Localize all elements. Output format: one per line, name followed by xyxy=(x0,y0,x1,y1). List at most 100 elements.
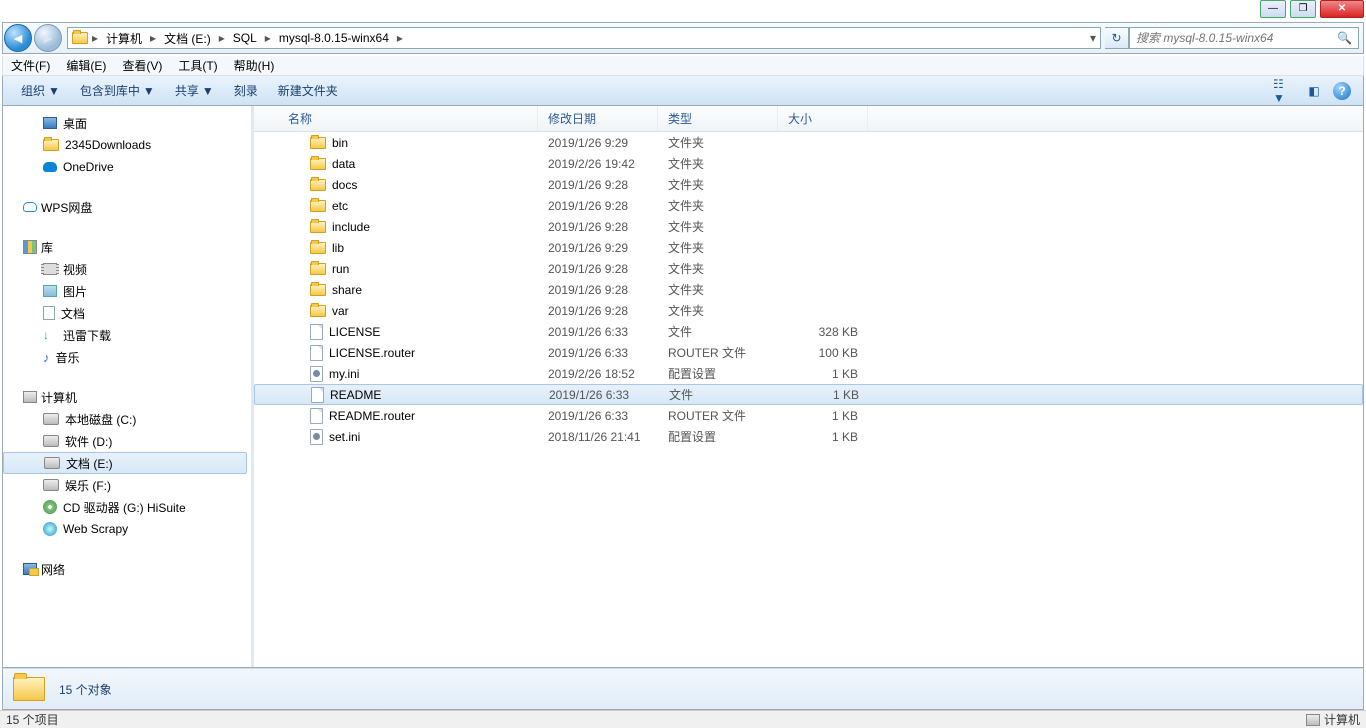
sidebar-item-drive-g[interactable]: CD 驱动器 (G:) HiSuite xyxy=(3,496,251,518)
file-type: 文件夹 xyxy=(658,176,778,193)
column-name[interactable]: 名称 xyxy=(278,106,538,131)
chevron-right-icon[interactable]: ▸ xyxy=(395,31,405,45)
column-type[interactable]: 类型 xyxy=(658,106,778,131)
file-row[interactable]: lib2019/1/26 9:29文件夹 xyxy=(254,237,1363,258)
folder-icon xyxy=(310,158,326,170)
sidebar-item-downloads[interactable]: 2345Downloads xyxy=(3,134,251,156)
music-icon: ♪ xyxy=(43,350,50,365)
sidebar-item-network[interactable]: 网络 xyxy=(3,558,251,580)
chevron-right-icon[interactable]: ▸ xyxy=(90,31,100,45)
globe-icon xyxy=(43,522,57,536)
sidebar-item-pictures[interactable]: 图片 xyxy=(3,280,251,302)
network-icon xyxy=(23,563,37,575)
organize-button[interactable]: 组织 ▼ xyxy=(11,82,70,99)
refresh-button[interactable]: ↻ xyxy=(1105,27,1129,49)
file-row[interactable]: LICENSE.router2019/1/26 6:33ROUTER 文件100… xyxy=(254,342,1363,363)
sidebar-item-drive-f[interactable]: 娱乐 (F:) xyxy=(3,474,251,496)
file-name: set.ini xyxy=(329,430,360,444)
libraries-icon xyxy=(23,240,37,254)
help-button[interactable]: ? xyxy=(1333,82,1351,100)
file-row[interactable]: README2019/1/26 6:33文件1 KB xyxy=(254,384,1363,405)
chevron-right-icon[interactable]: ▸ xyxy=(217,31,227,45)
chevron-right-icon[interactable]: ▸ xyxy=(148,31,158,45)
command-bar: 组织 ▼ 包含到库中 ▼ 共享 ▼ 刻录 新建文件夹 ☷ ▼ ◧ ? xyxy=(2,76,1364,106)
file-name: README.router xyxy=(329,409,415,423)
file-row[interactable]: run2019/1/26 9:28文件夹 xyxy=(254,258,1363,279)
view-options-button[interactable]: ☷ ▼ xyxy=(1273,80,1295,102)
dropdown-icon[interactable]: ▾ xyxy=(1090,31,1096,45)
drive-icon xyxy=(43,479,59,491)
computer-icon xyxy=(1306,714,1320,726)
menu-help[interactable]: 帮助(H) xyxy=(226,57,283,74)
ini-icon xyxy=(310,366,323,382)
search-input[interactable] xyxy=(1136,31,1337,45)
file-row[interactable]: bin2019/1/26 9:29文件夹 xyxy=(254,132,1363,153)
preview-pane-button[interactable]: ◧ xyxy=(1303,80,1325,102)
file-type: 文件 xyxy=(658,323,778,340)
minimize-button[interactable]: — xyxy=(1260,0,1286,18)
sidebar-item-music[interactable]: ♪音乐 xyxy=(3,346,251,368)
sidebar-item-drive-c[interactable]: 本地磁盘 (C:) xyxy=(3,408,251,430)
sidebar-item-desktop[interactable]: 桌面 xyxy=(3,112,251,134)
sidebar-item-drive-d[interactable]: 软件 (D:) xyxy=(3,430,251,452)
sidebar-item-onedrive[interactable]: OneDrive xyxy=(3,156,251,178)
file-size: 328 KB xyxy=(778,325,868,339)
file-row[interactable]: README.router2019/1/26 6:33ROUTER 文件1 KB xyxy=(254,405,1363,426)
pictures-icon xyxy=(43,285,57,297)
file-row[interactable]: share2019/1/26 9:28文件夹 xyxy=(254,279,1363,300)
forward-button[interactable]: ► xyxy=(34,24,62,52)
sidebar-item-thunder[interactable]: 迅雷下载 xyxy=(3,324,251,346)
file-date: 2019/1/26 6:33 xyxy=(538,325,658,339)
sidebar-item-documents[interactable]: 文档 xyxy=(3,302,251,324)
file-date: 2019/1/26 9:28 xyxy=(538,220,658,234)
search-box[interactable]: 🔍 xyxy=(1129,27,1359,49)
file-row[interactable]: include 2019/1/26 9:28文件夹 xyxy=(254,216,1363,237)
file-row[interactable]: set.ini2018/11/26 21:41配置设置1 KB xyxy=(254,426,1363,447)
column-size[interactable]: 大小 xyxy=(778,106,868,131)
back-button[interactable]: ◄ xyxy=(4,24,32,52)
menu-view[interactable]: 查看(V) xyxy=(114,57,170,74)
file-row[interactable]: etc2019/1/26 9:28文件夹 xyxy=(254,195,1363,216)
menu-edit[interactable]: 编辑(E) xyxy=(58,57,114,74)
folder-icon xyxy=(310,305,326,317)
file-name: include xyxy=(332,220,370,234)
address-bar[interactable]: ▸ 计算机 ▸ 文档 (E:) ▸ SQL ▸ mysql-8.0.15-win… xyxy=(67,27,1101,49)
file-row[interactable]: data2019/2/26 19:42文件夹 xyxy=(254,153,1363,174)
breadcrumb-segment[interactable]: 文档 (E:) xyxy=(160,30,215,47)
file-icon xyxy=(310,408,323,424)
sidebar-group-libraries[interactable]: 库 xyxy=(3,236,251,258)
sidebar-group-computer[interactable]: 计算机 xyxy=(3,386,251,408)
folder-icon xyxy=(310,200,326,212)
sidebar-item-drive-e[interactable]: 文档 (E:) xyxy=(3,452,247,474)
file-row[interactable]: LICENSE2019/1/26 6:33文件328 KB xyxy=(254,321,1363,342)
close-button[interactable]: ✕ xyxy=(1320,0,1364,18)
sidebar-item-web-scrapy[interactable]: Web Scrapy xyxy=(3,518,251,540)
breadcrumb-segment[interactable]: SQL xyxy=(229,31,261,45)
maximize-button[interactable]: ❐ xyxy=(1290,0,1316,18)
folder-icon xyxy=(310,221,326,233)
file-row[interactable]: docs2019/1/26 9:28文件夹 xyxy=(254,174,1363,195)
file-name: LICENSE.router xyxy=(329,346,415,360)
file-row[interactable]: my.ini2019/2/26 18:52配置设置1 KB xyxy=(254,363,1363,384)
breadcrumb-segment[interactable]: mysql-8.0.15-winx64 xyxy=(275,31,393,45)
column-date[interactable]: 修改日期 xyxy=(538,106,658,131)
video-icon xyxy=(43,263,57,275)
file-type: 文件夹 xyxy=(658,218,778,235)
breadcrumb-segment[interactable]: 计算机 xyxy=(102,30,146,47)
chevron-right-icon[interactable]: ▸ xyxy=(263,31,273,45)
new-folder-button[interactable]: 新建文件夹 xyxy=(268,82,348,99)
file-date: 2019/1/26 9:29 xyxy=(538,136,658,150)
file-row[interactable]: var2019/1/26 9:28文件夹 xyxy=(254,300,1363,321)
search-icon[interactable]: 🔍 xyxy=(1337,31,1352,45)
file-size: 1 KB xyxy=(778,409,868,423)
share-button[interactable]: 共享 ▼ xyxy=(165,82,224,99)
file-date: 2019/1/26 6:33 xyxy=(538,346,658,360)
menu-file[interactable]: 文件(F) xyxy=(3,57,58,74)
sidebar-item-wps[interactable]: WPS网盘 xyxy=(3,196,251,218)
menu-tools[interactable]: 工具(T) xyxy=(170,57,225,74)
include-in-library-button[interactable]: 包含到库中 ▼ xyxy=(70,82,165,99)
status-location: 计算机 xyxy=(1324,711,1360,728)
menu-bar: 文件(F) 编辑(E) 查看(V) 工具(T) 帮助(H) xyxy=(2,56,1364,76)
burn-button[interactable]: 刻录 xyxy=(224,82,268,99)
sidebar-item-videos[interactable]: 视频 xyxy=(3,258,251,280)
